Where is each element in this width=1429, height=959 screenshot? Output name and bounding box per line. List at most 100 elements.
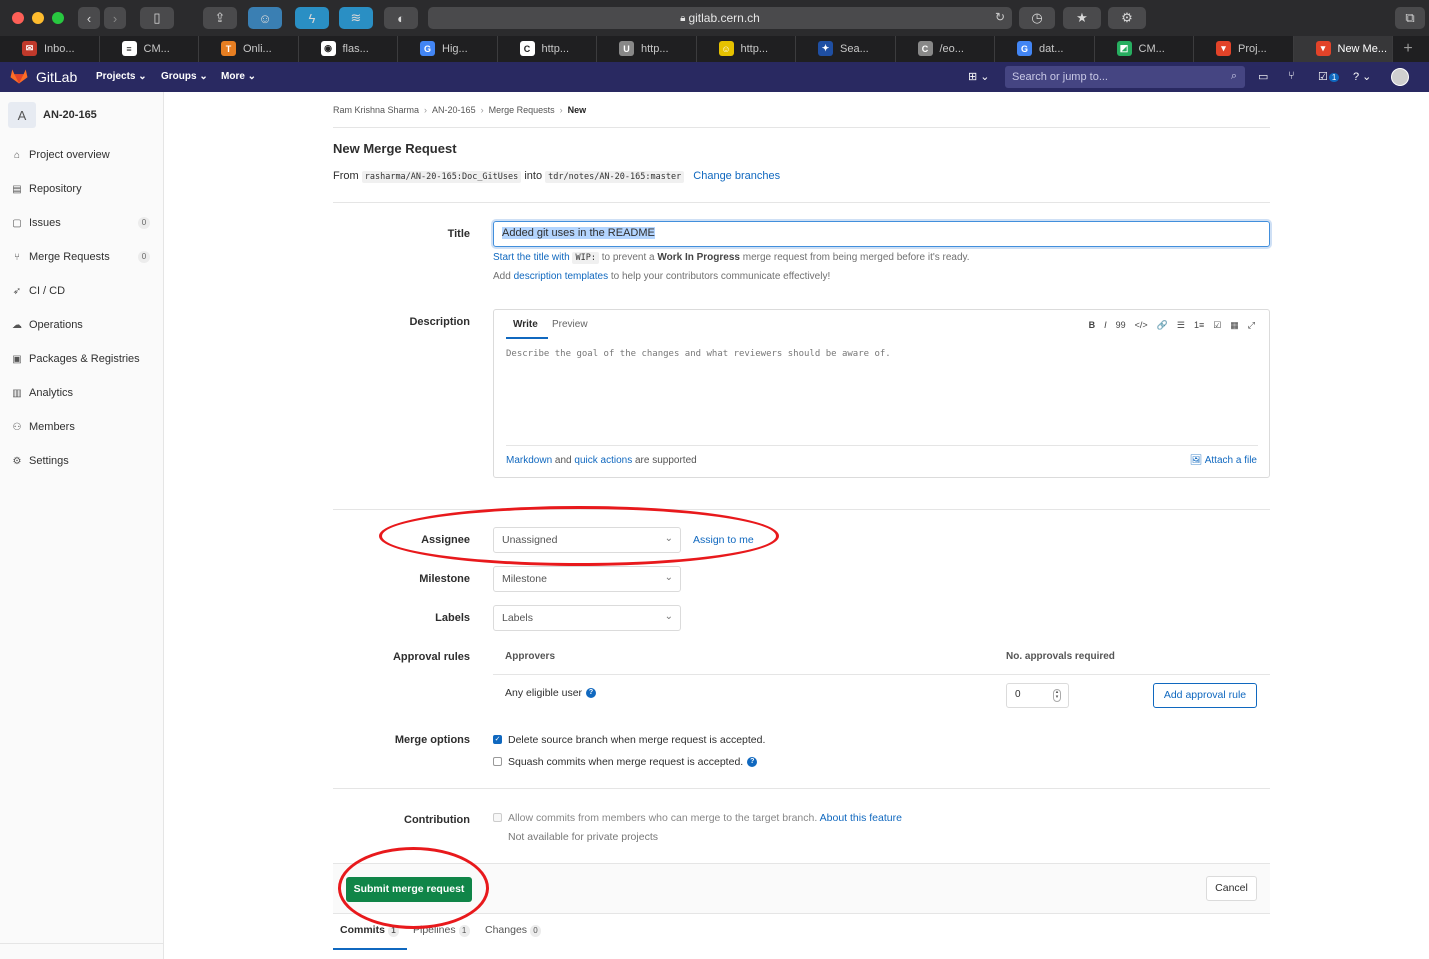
approvals-required-input[interactable]: 0 ▴ ▾ bbox=[1006, 683, 1069, 708]
tab-write[interactable]: Write bbox=[513, 319, 538, 330]
description-textarea[interactable]: Describe the goal of the changes and wha… bbox=[506, 349, 1258, 445]
back-icon[interactable]: ‹ bbox=[78, 7, 100, 29]
todos-nav-icon[interactable]: ☑ 1 bbox=[1318, 70, 1340, 83]
browser-tab[interactable]: ≡ CM... bbox=[100, 36, 199, 62]
breadcrumb-user[interactable]: Ram Krishna Sharma bbox=[333, 105, 419, 115]
attach-file-button[interactable]: 🖼︎ Attach a file bbox=[1190, 455, 1257, 466]
change-branches-link[interactable]: Change branches bbox=[693, 170, 780, 182]
new-plus-icon[interactable]: ⊞ ⌄ bbox=[968, 70, 990, 83]
wip-help-link[interactable]: Start the title with WIP: bbox=[493, 252, 599, 264]
breadcrumb-project[interactable]: AN-20-165 bbox=[432, 105, 476, 115]
browser-tab[interactable]: ▾ New Me... bbox=[1293, 36, 1393, 62]
milestone-dropdown[interactable]: Milestone ⌄ bbox=[493, 566, 681, 592]
new-tab-icon[interactable]: + bbox=[1393, 36, 1423, 62]
description-templates-link[interactable]: description templates bbox=[514, 271, 609, 282]
sidebar-item-packages-registries[interactable]: ▣ Packages & Registries bbox=[0, 349, 164, 369]
submit-merge-request-button[interactable]: Submit merge request bbox=[346, 877, 472, 902]
shield-icon[interactable]: ◐ bbox=[384, 7, 418, 29]
tab-pipelines[interactable]: Pipelines 1 bbox=[413, 924, 470, 937]
assignee-dropdown[interactable]: Unassigned ⌄ bbox=[493, 527, 681, 553]
sidebar-item-issues[interactable]: ▢ Issues 0 bbox=[0, 213, 164, 233]
stepper-icon[interactable]: ▴ ▾ bbox=[1053, 689, 1061, 702]
delete-source-branch-checkbox[interactable]: ✓ bbox=[493, 735, 502, 744]
breadcrumb-merge-requests[interactable]: Merge Requests bbox=[489, 105, 555, 115]
browser-tab[interactable]: ☺ http... bbox=[697, 36, 796, 62]
minimize-window-button[interactable] bbox=[32, 12, 44, 24]
browser-tab[interactable]: ◉ flas... bbox=[299, 36, 398, 62]
table-icon[interactable]: ▦ bbox=[1230, 320, 1239, 331]
close-window-button[interactable] bbox=[12, 12, 24, 24]
sidebar-item-merge-requests[interactable]: ⑂ Merge Requests 0 bbox=[0, 247, 164, 267]
squash-commits-label[interactable]: Squash commits when merge request is acc… bbox=[508, 756, 758, 768]
share-icon[interactable]: ⇪ bbox=[203, 7, 237, 29]
extension-bolt-icon[interactable]: ϟ bbox=[295, 7, 329, 29]
title-input[interactable]: Added git uses in the README bbox=[493, 221, 1270, 247]
extension-stack-icon[interactable]: ≋ bbox=[339, 7, 373, 29]
browser-tab[interactable]: ▾ Proj... bbox=[1194, 36, 1294, 62]
gitlab-logo-icon[interactable] bbox=[10, 68, 28, 84]
forward-icon[interactable]: › bbox=[104, 7, 126, 29]
italic-icon[interactable]: I bbox=[1104, 320, 1107, 331]
extension-ghost-icon[interactable]: ☺ bbox=[248, 7, 282, 29]
tab-preview[interactable]: Preview bbox=[552, 319, 588, 330]
projects-menu[interactable]: Projects ⌄ bbox=[96, 71, 147, 82]
u-icon: U bbox=[619, 41, 634, 56]
bold-icon[interactable]: B bbox=[1089, 320, 1096, 331]
quick-actions-link[interactable]: quick actions bbox=[574, 455, 632, 466]
sidebar-item-ci-cd[interactable]: ➶ CI / CD bbox=[0, 281, 164, 301]
browser-tab[interactable]: Gdat... bbox=[995, 36, 1095, 62]
browser-tab[interactable]: Uhttp... bbox=[597, 36, 697, 62]
gitlab-brand[interactable]: GitLab bbox=[36, 69, 77, 85]
delete-source-branch-label[interactable]: Delete source branch when merge request … bbox=[508, 734, 765, 746]
about-feature-link[interactable]: About this feature bbox=[820, 812, 902, 824]
sidebar-item-operations[interactable]: ☁ Operations bbox=[0, 315, 164, 335]
rocket-icon: ➶ bbox=[12, 285, 22, 297]
settings-gear-icon[interactable]: ⚙ bbox=[1108, 7, 1146, 29]
question-icon[interactable]: ? bbox=[747, 757, 758, 768]
question-icon[interactable]: ? bbox=[586, 688, 597, 699]
numbered-list-icon[interactable]: 1≡ bbox=[1194, 320, 1204, 331]
address-bar[interactable]: 🔒︎ gitlab.cern.ch ↻ bbox=[428, 7, 1012, 29]
project-header[interactable]: A AN-20-165 bbox=[8, 102, 97, 128]
issues-nav-icon[interactable]: ▭ bbox=[1258, 70, 1268, 83]
cancel-button[interactable]: Cancel bbox=[1206, 876, 1257, 901]
tab-overview-icon[interactable]: ⧉ bbox=[1395, 7, 1425, 29]
bookmark-icon[interactable]: ★ bbox=[1063, 7, 1101, 29]
tab-changes[interactable]: Changes 0 bbox=[485, 924, 542, 937]
squash-commits-checkbox[interactable] bbox=[493, 757, 502, 766]
labels-dropdown[interactable]: Labels ⌄ bbox=[493, 605, 681, 631]
sidebar-item-members[interactable]: ⚇ Members bbox=[0, 417, 164, 437]
browser-tab[interactable]: Chttp... bbox=[498, 36, 597, 62]
markdown-link[interactable]: Markdown bbox=[506, 455, 552, 466]
quote-icon[interactable]: 99 bbox=[1116, 320, 1126, 331]
browser-tab[interactable]: ◩ CM... bbox=[1095, 36, 1194, 62]
browser-tab[interactable]: ✦ Sea... bbox=[796, 36, 896, 62]
user-avatar[interactable] bbox=[1391, 68, 1409, 86]
help-icon[interactable]: ? ⌄ bbox=[1353, 70, 1371, 83]
search-input[interactable]: Search or jump to... ⌕ bbox=[1005, 66, 1245, 88]
sidebar-item-project-overview[interactable]: ⌂ Project overview bbox=[0, 145, 164, 165]
browser-tab[interactable]: ✉ Inbo... bbox=[0, 36, 100, 62]
add-approval-rule-button[interactable]: Add approval rule bbox=[1153, 683, 1257, 708]
browser-tab[interactable]: G Hig... bbox=[398, 36, 498, 62]
code-icon[interactable]: </> bbox=[1135, 320, 1148, 331]
groups-menu[interactable]: Groups ⌄ bbox=[161, 71, 208, 82]
merge-requests-nav-icon[interactable]: ⑂ bbox=[1288, 70, 1295, 82]
reload-icon[interactable]: ↻ bbox=[995, 10, 1005, 24]
history-icon[interactable]: ◷ bbox=[1019, 7, 1055, 29]
sidebar-item-analytics[interactable]: ▥ Analytics bbox=[0, 383, 164, 403]
bullet-list-icon[interactable]: ☰ bbox=[1177, 320, 1185, 331]
more-menu[interactable]: More ⌄ bbox=[221, 71, 256, 82]
assign-to-me-link[interactable]: Assign to me bbox=[693, 534, 754, 546]
sidebar-item-repository[interactable]: ▤ Repository bbox=[0, 179, 164, 199]
browser-tab[interactable]: C/eo... bbox=[896, 36, 995, 62]
sidebar-item-settings[interactable]: ⚙ Settings bbox=[0, 451, 164, 471]
task-list-icon[interactable]: ☑ bbox=[1213, 320, 1221, 331]
collapse-sidebar[interactable] bbox=[0, 943, 164, 959]
tab-commits[interactable]: Commits 1 bbox=[340, 924, 399, 937]
link-icon[interactable]: 🔗 bbox=[1157, 320, 1168, 331]
zoom-window-button[interactable] bbox=[52, 12, 64, 24]
fullscreen-icon[interactable]: ⤢ bbox=[1248, 320, 1255, 331]
browser-tab[interactable]: T Onli... bbox=[199, 36, 299, 62]
sidebar-toggle-icon[interactable]: ▯ bbox=[140, 7, 174, 29]
